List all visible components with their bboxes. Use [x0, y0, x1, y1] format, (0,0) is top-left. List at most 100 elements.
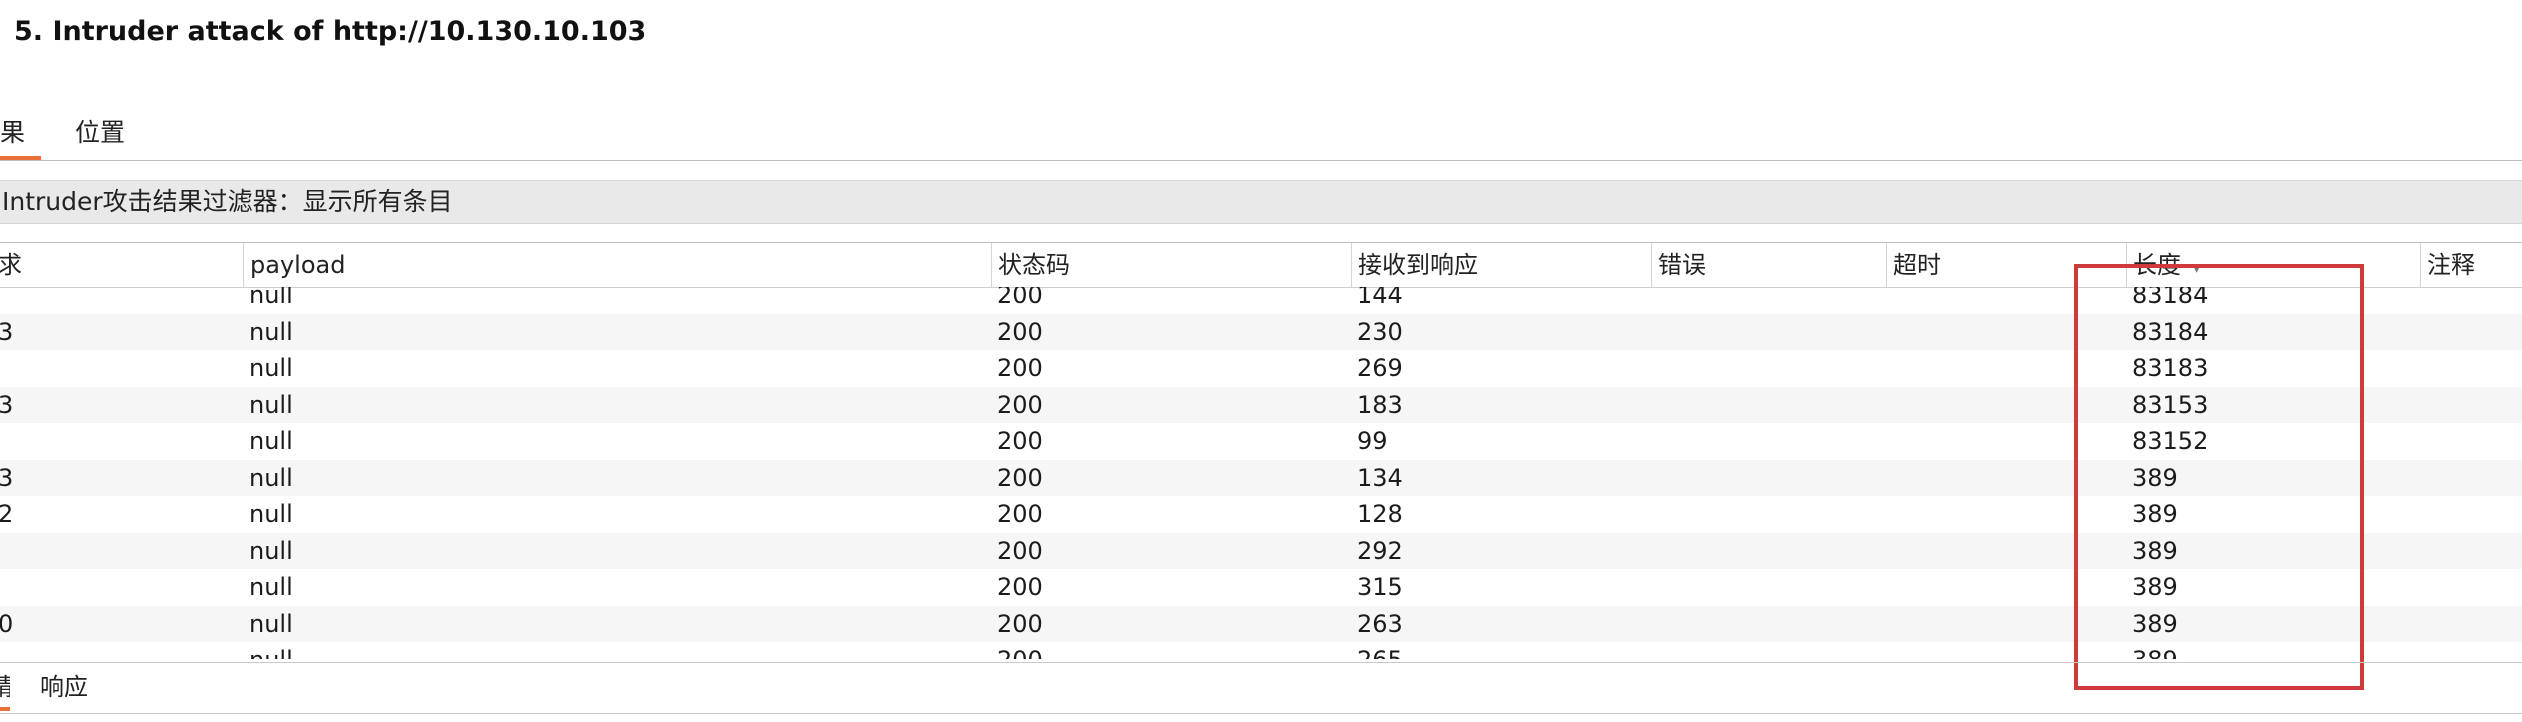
cell-comment — [2420, 533, 2522, 570]
cell-timeout — [1886, 533, 2126, 570]
cell-error — [1651, 387, 1886, 424]
table-row[interactable]: null200265 389 — [0, 642, 2522, 659]
cell-response-received: 230 — [1357, 317, 1403, 346]
cell-payload: null — [249, 390, 293, 419]
table-row[interactable]: null 200 292 389 — [0, 532, 2522, 570]
tab-positions[interactable]: 位置 — [75, 108, 125, 158]
cell-response-received: 144 — [1357, 287, 1403, 309]
cell-payload: null — [249, 287, 293, 309]
cell-status-code: 200 — [997, 427, 1043, 455]
cell-error — [1651, 350, 1886, 387]
cell-length: 389 — [2132, 573, 2178, 601]
cell-error — [1651, 533, 1886, 570]
cell-status-code: 200 — [991, 642, 1351, 659]
cell-status-code: 200 — [997, 573, 1043, 601]
cell-length: 389 — [2132, 463, 2178, 492]
cell-request-number — [0, 642, 242, 659]
column-header-status-code[interactable]: 状态码 — [991, 243, 1351, 287]
cell-error — [1651, 569, 1886, 606]
cell-comment — [2420, 569, 2522, 606]
cell-status-code: 200 — [997, 287, 1043, 309]
cell-length: 83183 — [2132, 354, 2209, 382]
cell-response-received: 292 — [1357, 536, 1403, 565]
results-tabs: 果 位置 — [0, 108, 2522, 161]
filter-label: Intruder攻击结果过滤器：显示所有条目 — [2, 187, 453, 216]
cell-timeout — [1886, 460, 2126, 497]
column-header-response-received[interactable]: 接收到响应 — [1351, 243, 1651, 287]
cell-status-code: 200 — [997, 463, 1043, 492]
cell-error — [1651, 423, 1886, 460]
cell-comment — [2420, 287, 2522, 314]
table-row[interactable]: null 200 269 83183 — [0, 350, 2522, 387]
table-body: null200144831843null20023083184null20026… — [0, 287, 2522, 659]
cell-request-number: 3 — [0, 460, 242, 497]
results-table: 求 payload 状态码 接收到响应 错误 超时 长度 ▾ 注释 null 20… — [0, 242, 2522, 659]
cell-response-received: 99 — [1357, 427, 1388, 455]
column-header-comment[interactable]: 注释 — [2420, 243, 2522, 287]
table-row[interactable]: null 200 99 83152 — [0, 423, 2522, 460]
table-row[interactable]: 0null 200 263 389 — [0, 605, 2522, 643]
cell-request-number: 3 — [0, 387, 242, 424]
cell-request-number: 3 — [0, 314, 242, 351]
cell-comment — [2420, 496, 2522, 533]
cell-response-received: 315 — [1357, 573, 1403, 601]
cell-timeout — [1886, 387, 2126, 424]
cell-comment — [2420, 606, 2522, 643]
table-row[interactable]: 3null 200 183 83153 — [0, 386, 2522, 424]
table-row[interactable]: 3null 200 230 83184 — [0, 313, 2522, 351]
cell-comment — [2420, 460, 2522, 497]
window-title: 5. Intruder attack of http://10.130.10.1… — [14, 16, 647, 47]
cell-response-received: 183 — [1357, 390, 1403, 419]
cell-comment — [2420, 350, 2522, 387]
cell-error — [1651, 314, 1886, 351]
cell-timeout — [1886, 287, 2126, 314]
cell-status-code: 200 — [997, 536, 1043, 565]
tab-results[interactable]: 果 — [0, 108, 42, 160]
column-header-payload[interactable]: payload — [243, 243, 993, 287]
cell-request-number — [0, 569, 242, 606]
tab-request[interactable]: 请求 — [0, 663, 10, 711]
cell-status-code: 200 — [997, 609, 1043, 638]
column-header-request[interactable]: 求 — [0, 243, 242, 287]
cell-timeout — [1886, 314, 2126, 351]
table-row[interactable]: null 200 144 83184 — [0, 287, 2522, 314]
cell-status-code: 200 — [997, 317, 1043, 346]
cell-comment — [2420, 423, 2522, 460]
cell-response-received: 269 — [1357, 354, 1403, 382]
cell-length: 389 — [2132, 536, 2178, 565]
cell-payload: null — [249, 463, 293, 492]
cell-payload: null — [243, 642, 993, 659]
tab-response[interactable]: 响应 — [40, 663, 88, 711]
cell-length: 389 — [2126, 642, 2426, 659]
cell-length: 83152 — [2132, 427, 2209, 455]
column-header-timeout[interactable]: 超时 — [1886, 243, 2126, 287]
cell-response-received: 128 — [1357, 500, 1403, 528]
cell-length: 83184 — [2132, 317, 2209, 346]
cell-response-received: 265 — [1351, 642, 1651, 659]
cell-status-code: 200 — [997, 354, 1043, 382]
table-row[interactable]: null 200 315 389 — [0, 569, 2522, 606]
cell-length: 83153 — [2132, 390, 2209, 419]
table-row[interactable]: 2null 200 128 389 — [0, 496, 2522, 533]
cell-error — [1651, 606, 1886, 643]
results-filter-bar[interactable]: Intruder攻击结果过滤器：显示所有条目 — [0, 180, 2522, 224]
table-row[interactable]: 3null 200 134 389 — [0, 459, 2522, 497]
cell-payload: null — [249, 573, 293, 601]
column-header-length-label: 长度 — [2133, 251, 2181, 279]
cell-length: 83184 — [2132, 287, 2209, 309]
cell-error — [1651, 642, 1886, 659]
cell-request-number — [0, 533, 242, 570]
cell-length: 389 — [2132, 500, 2178, 528]
cell-timeout — [1886, 496, 2126, 533]
cell-timeout — [1886, 642, 2126, 659]
cell-comment — [2420, 314, 2522, 351]
cell-request-number — [0, 287, 242, 314]
column-header-error[interactable]: 错误 — [1651, 243, 1886, 287]
column-header-length[interactable]: 长度 ▾ — [2126, 243, 2426, 287]
cell-request-number — [0, 423, 242, 460]
cell-error — [1651, 496, 1886, 533]
cell-error — [1651, 287, 1886, 314]
cell-payload: null — [249, 609, 293, 638]
cell-response-received: 263 — [1357, 609, 1403, 638]
message-tabs: 请求 响应 — [0, 662, 2522, 714]
